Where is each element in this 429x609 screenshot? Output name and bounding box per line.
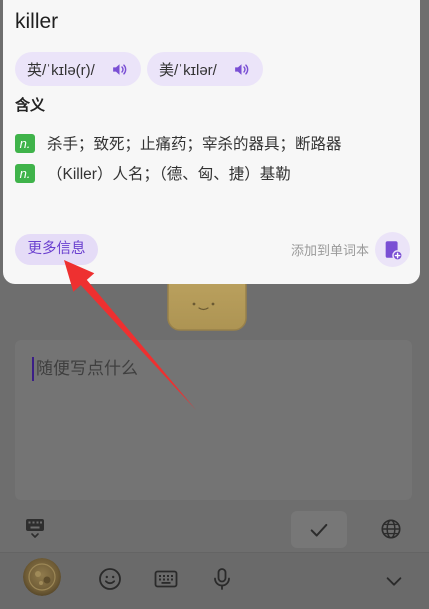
text-cursor xyxy=(32,357,34,381)
microphone-icon[interactable] xyxy=(210,567,234,591)
emoji-icon[interactable] xyxy=(98,567,122,591)
chevron-down-icon[interactable] xyxy=(383,570,405,592)
definition-row: n. （Killer）人名；（德、匈、捷）基勒 xyxy=(15,163,291,183)
keyboard-icon[interactable] xyxy=(154,567,178,591)
speaker-icon xyxy=(233,61,250,78)
add-to-wordbook-button[interactable]: 添加到单词本 xyxy=(291,232,410,267)
pronunciation-us-label: 美/ˈkɪlər/ xyxy=(159,61,217,79)
globe-icon[interactable] xyxy=(380,518,402,540)
pos-badge: n. xyxy=(15,133,35,153)
keyboard-toggle-icon[interactable] xyxy=(24,517,46,539)
meaning-heading: 含义 xyxy=(15,97,46,114)
pronunciation-uk-button[interactable]: 英/ˈkɪlə(r)/ xyxy=(15,52,141,86)
pronunciation-uk-label: 英/ˈkɪlə(r)/ xyxy=(27,61,95,79)
confirm-button[interactable] xyxy=(291,511,347,548)
add-to-wordbook-label: 添加到单词本 xyxy=(290,243,369,258)
speaker-icon xyxy=(111,61,128,78)
definition-text: （Killer）人名；（德、匈、捷）基勒 xyxy=(47,166,291,183)
headword: killer xyxy=(15,10,59,33)
pronunciation-row: 英/ˈkɪlə(r)/ 美/ˈkɪlər/ xyxy=(15,52,263,86)
note-input[interactable] xyxy=(36,356,396,386)
pos-badge: n. xyxy=(15,163,35,183)
avatar[interactable] xyxy=(23,558,61,596)
more-info-button[interactable]: 更多信息 xyxy=(15,234,98,265)
bottom-bar xyxy=(0,552,429,609)
add-notebook-icon xyxy=(375,232,410,267)
definition-row: n. 杀手；致死；止痛药；宰杀的器具；断路器 xyxy=(15,133,342,153)
dictionary-card: killer 英/ˈkɪlə(r)/ 美/ˈkɪlər/ 含义 n. 杀手；致死… xyxy=(3,0,420,284)
check-icon xyxy=(310,523,328,537)
pronunciation-us-button[interactable]: 美/ˈkɪlər/ xyxy=(147,52,263,86)
definition-text: 杀手；致死；止痛药；宰杀的器具；断路器 xyxy=(47,136,342,153)
